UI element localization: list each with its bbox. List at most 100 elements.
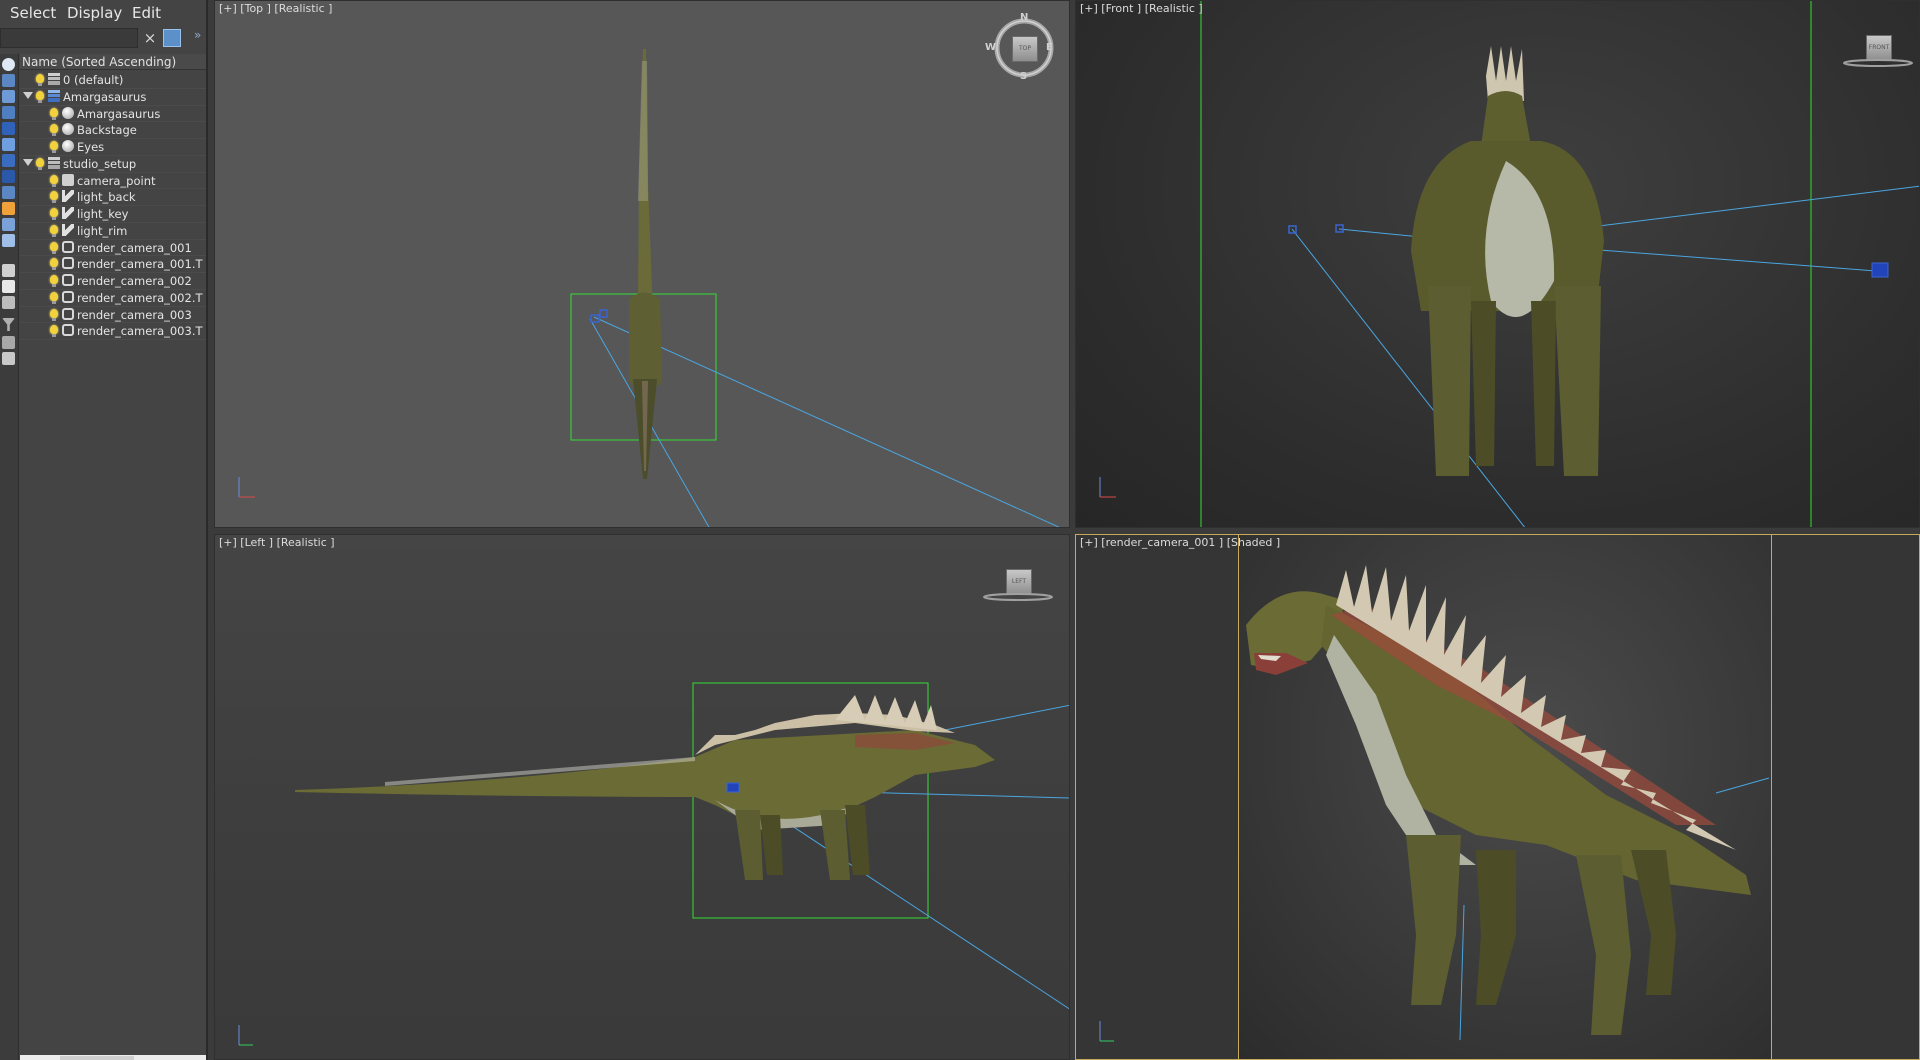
- tree-row-label: 0 (default): [63, 73, 124, 87]
- visibility-bulb-icon[interactable]: [50, 174, 58, 187]
- display-lights-icon[interactable]: [2, 90, 15, 103]
- scrollbar-thumb[interactable]: [60, 1056, 134, 1060]
- light-line: [1715, 777, 1770, 794]
- layer-icon: [48, 156, 60, 169]
- tree-row[interactable]: Amargasaurus: [20, 89, 206, 106]
- tree-row[interactable]: camera_point: [20, 173, 206, 190]
- camera-icon: [62, 274, 74, 286]
- display-xrefs-icon[interactable]: [2, 170, 15, 183]
- tree-row[interactable]: render_camera_001: [20, 240, 206, 257]
- layer-icon: [48, 73, 60, 85]
- visibility-bulb-icon[interactable]: [50, 224, 58, 237]
- filter-icon[interactable]: [2, 318, 15, 331]
- hierarchy-icon[interactable]: [2, 336, 15, 349]
- tree-row[interactable]: studio_setup: [20, 156, 206, 173]
- visibility-bulb-icon[interactable]: [50, 325, 58, 338]
- visibility-bulb-icon[interactable]: [50, 291, 58, 304]
- display-hidden-icon[interactable]: [2, 234, 15, 247]
- search-row: × »: [0, 28, 206, 50]
- horizontal-scrollbar[interactable]: [20, 1055, 206, 1060]
- display-bones-icon[interactable]: [2, 186, 15, 199]
- tree-row[interactable]: light_rim: [20, 223, 206, 240]
- viewport-front[interactable]: [+] [Front ] [Realistic ] FRONT: [1075, 0, 1920, 528]
- viewport-label-left[interactable]: [+] [Left ] [Realistic ]: [219, 536, 335, 549]
- tree-row-label: render_camera_001: [77, 240, 192, 255]
- scene-explorer: Select Display Edit × » Name (Sorted Asc…: [0, 0, 208, 1060]
- compass-south: S: [1020, 71, 1028, 82]
- visibility-bulb-icon[interactable]: [36, 157, 44, 170]
- tree-row[interactable]: render_camera_003: [20, 307, 206, 324]
- display-none-icon[interactable]: [2, 280, 15, 293]
- visibility-bulb-icon[interactable]: [36, 90, 44, 103]
- visibility-bulb-icon[interactable]: [50, 191, 58, 204]
- tree-row[interactable]: render_camera_002.T: [20, 290, 206, 307]
- column-header[interactable]: Name (Sorted Ascending): [20, 54, 206, 70]
- display-containers-icon[interactable]: [2, 202, 15, 215]
- front-viewport-canvas: [1099, 1, 1919, 527]
- menu-edit[interactable]: Edit: [132, 4, 161, 22]
- tree-row-label: Backstage: [77, 123, 137, 138]
- camera-marker-2: [1335, 224, 1344, 233]
- display-shapes-icon[interactable]: [2, 74, 15, 87]
- viewport-top[interactable]: [+] [Top ] [Realistic ] TOP N S E W: [214, 0, 1070, 528]
- tree-row-label: render_camera_003: [77, 307, 192, 322]
- menu-bar: Select Display Edit: [0, 0, 206, 28]
- expand-arrow-icon[interactable]: [23, 158, 33, 166]
- clear-search-icon[interactable]: ×: [142, 29, 158, 47]
- camera-icon: [62, 307, 74, 320]
- tree-row[interactable]: Backstage: [20, 122, 206, 139]
- menu-display[interactable]: Display: [67, 4, 122, 22]
- scene-tree: 0 (default) Amargasaurus Amargasaurus Backs…: [20, 72, 206, 340]
- tree-row[interactable]: light_key: [20, 206, 206, 223]
- light-icon-marker: [1871, 262, 1889, 278]
- display-all-icon[interactable]: [2, 264, 15, 277]
- viewport-label-front[interactable]: [+] [Front ] [Realistic ]: [1080, 2, 1203, 15]
- display-spacewarps-icon[interactable]: [2, 138, 15, 151]
- tree-row[interactable]: light_back: [20, 189, 206, 206]
- light-line-2: [854, 791, 1069, 799]
- expand-arrow-icon[interactable]: [23, 91, 33, 99]
- tree-row[interactable]: 0 (default): [20, 72, 206, 89]
- display-invert-icon[interactable]: [2, 296, 15, 309]
- expand-panel-icon[interactable]: »: [194, 28, 201, 42]
- tree-row[interactable]: render_camera_002: [20, 273, 206, 290]
- light-icon: [62, 190, 74, 203]
- display-geometry-icon[interactable]: [2, 58, 15, 71]
- display-cameras-icon[interactable]: [2, 106, 15, 119]
- filter-toggle-button[interactable]: [163, 29, 181, 47]
- tree-row-label: render_camera_002: [77, 274, 192, 288]
- tree-row-label: render_camera_003.T: [77, 324, 203, 339]
- tree-row-label: light_key: [77, 207, 129, 221]
- amargasaurus-camera-view: [1246, 565, 1751, 1035]
- display-frozen-icon[interactable]: [2, 218, 15, 231]
- viewport-label-camera[interactable]: [+] [render_camera_001 ] [Shaded ]: [1080, 536, 1280, 549]
- tree-row-label: render_camera_002.T: [77, 290, 203, 305]
- light-icon: [62, 223, 74, 236]
- display-helpers-icon[interactable]: [2, 122, 15, 135]
- visibility-bulb-icon[interactable]: [50, 208, 58, 220]
- tree-row[interactable]: Eyes: [20, 139, 206, 156]
- menu-select[interactable]: Select: [10, 4, 56, 22]
- layer-manager-icon[interactable]: [2, 352, 15, 365]
- visibility-bulb-icon[interactable]: [50, 107, 58, 120]
- tree-row-label: Eyes: [77, 140, 105, 154]
- tree-row[interactable]: Amargasaurus: [20, 106, 206, 123]
- viewcube-top[interactable]: TOP: [1012, 36, 1038, 62]
- tree-row[interactable]: render_camera_001.T: [20, 256, 206, 273]
- visibility-bulb-icon[interactable]: [50, 308, 58, 321]
- visibility-bulb-icon[interactable]: [50, 258, 58, 271]
- visibility-bulb-icon[interactable]: [36, 74, 44, 86]
- viewport-camera[interactable]: [+] [render_camera_001 ] [Shaded ]: [1075, 534, 1920, 1060]
- visibility-bulb-icon[interactable]: [50, 141, 58, 153]
- viewport-label-top[interactable]: [+] [Top ] [Realistic ]: [219, 2, 332, 15]
- display-groups-icon[interactable]: [2, 154, 15, 167]
- visibility-bulb-icon[interactable]: [50, 124, 58, 137]
- visibility-bulb-icon[interactable]: [50, 275, 58, 287]
- search-input[interactable]: [0, 28, 138, 48]
- camera-icon: [62, 324, 74, 337]
- visibility-bulb-icon[interactable]: [50, 241, 58, 254]
- compass-east: E: [1046, 42, 1053, 53]
- left-viewport-canvas: [238, 682, 1069, 1046]
- viewport-left[interactable]: [+] [Left ] [Realistic ] LEFT: [214, 534, 1070, 1060]
- tree-row[interactable]: render_camera_003.T: [20, 323, 206, 340]
